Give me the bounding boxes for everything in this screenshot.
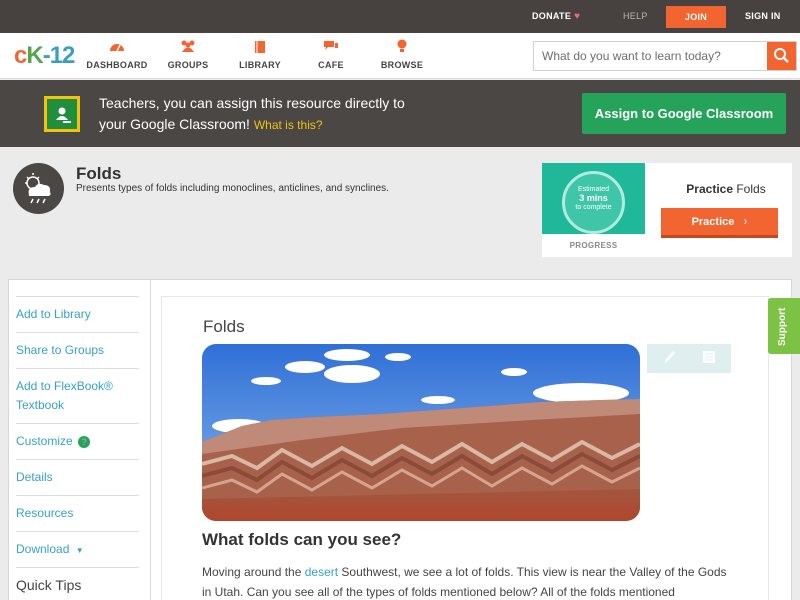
search-icon	[774, 48, 789, 63]
sidebar-customize[interactable]: Customize ?	[16, 423, 139, 451]
practice-title-rest: Folds	[736, 182, 766, 196]
content-heading: What folds can you see?	[202, 530, 402, 549]
nav-library[interactable]: LIBRARY	[225, 39, 295, 70]
nav-dashboard[interactable]: DASHBOARD	[82, 39, 152, 70]
sidebar-resources[interactable]: Resources	[16, 495, 139, 523]
sidebar-add-to-library[interactable]: Add to Library	[16, 296, 139, 324]
nav-browse[interactable]: BROWSE	[367, 39, 437, 70]
donate-label: DONATE	[532, 11, 572, 21]
question-icon[interactable]: ?	[78, 436, 91, 448]
progress-box: Estimated 3 mins to complete	[542, 163, 645, 234]
progress-label: PROGRESS	[569, 241, 618, 250]
assign-google-classroom-button[interactable]: Assign to Google Classroom	[582, 93, 786, 134]
what-is-this-link[interactable]: What is this?	[254, 118, 323, 132]
banner-text: Teachers, you can assign this resource d…	[99, 93, 405, 136]
content-paragraph: Moving around the desert Southwest, we s…	[202, 562, 727, 600]
chevron-right-icon: ›	[743, 214, 748, 228]
top-bar: DONATE ♥ HELP JOIN SIGN IN	[0, 0, 800, 33]
weather-cloud-icon	[13, 163, 64, 214]
practice-title: Practice Folds	[660, 182, 792, 196]
nav-groups-label: GROUPS	[167, 60, 209, 70]
search-input[interactable]	[534, 42, 768, 70]
concept-description: Presents types of folds including monocl…	[76, 183, 389, 194]
donate-link[interactable]: DONATE ♥	[532, 0, 580, 33]
ck12-logo[interactable]: cK-12	[14, 42, 76, 70]
groups-icon	[153, 39, 223, 57]
nav-dashboard-label: DASHBOARD	[86, 60, 148, 70]
sidebar-details[interactable]: Details	[16, 459, 139, 487]
nav-cafe[interactable]: CAFE	[296, 39, 366, 70]
sidebar: Add to Library Share to Groups Add to Fl…	[9, 280, 151, 600]
logo-12: -12	[42, 42, 76, 69]
support-label: Support	[777, 307, 788, 346]
search-button[interactable]	[767, 42, 796, 70]
sign-in-link[interactable]: SIGN IN	[745, 0, 781, 33]
content-title: Folds	[203, 317, 245, 336]
notes-icon[interactable]	[699, 349, 719, 367]
sidebar-share-to-groups[interactable]: Share to Groups	[16, 332, 139, 360]
pencil-icon[interactable]	[659, 349, 679, 367]
heart-icon: ♥	[574, 11, 581, 22]
logo-c: c	[14, 42, 27, 69]
banner-line-2: your Google Classroom!	[99, 116, 250, 132]
teacher-banner: Teachers, you can assign this resource d…	[0, 80, 800, 147]
download-label: Download	[16, 542, 70, 556]
support-tab[interactable]: Support	[768, 298, 800, 354]
to-complete-label: to complete	[575, 204, 612, 211]
banner-line-1: Teachers, you can assign this resource d…	[99, 95, 405, 111]
practice-title-bold: Practice	[686, 182, 733, 196]
content-tools	[647, 344, 731, 373]
concept-title: Folds	[76, 164, 122, 183]
flexbook-line-1: Add to FlexBook®	[16, 379, 113, 393]
folds-hero-image	[202, 344, 640, 521]
practice-button[interactable]: Practice ›	[661, 208, 778, 238]
browse-icon	[367, 39, 437, 57]
main-nav: cK-12 DASHBOARD GROUPS LIBRARY CAFE BROW…	[0, 33, 800, 79]
nav-cafe-label: CAFE	[318, 60, 344, 70]
caret-down-icon: ▼	[75, 546, 84, 555]
estimated-time-circle: Estimated 3 mins to complete	[562, 171, 625, 234]
nav-groups[interactable]: GROUPS	[153, 39, 223, 70]
help-link[interactable]: HELP	[623, 0, 648, 33]
flexbook-line-2: Textbook	[16, 398, 65, 412]
paragraph-start: Moving around the	[202, 565, 305, 579]
practice-card: Estimated 3 mins to complete PROGRESS Pr…	[542, 163, 792, 257]
cafe-icon	[296, 39, 366, 57]
sidebar-quick-tips[interactable]: Quick Tips	[16, 567, 139, 595]
main-panel: Add to Library Share to Groups Add to Fl…	[8, 279, 792, 600]
customize-label: Customize	[16, 434, 73, 448]
library-icon	[225, 39, 295, 57]
google-classroom-icon	[44, 96, 80, 132]
join-button[interactable]: JOIN	[666, 6, 726, 28]
practice-button-label: Practice	[691, 216, 735, 228]
desert-link[interactable]: desert	[305, 565, 338, 579]
content-area: Folds What folds can you see? Moving aro…	[161, 296, 769, 600]
nav-library-label: LIBRARY	[239, 60, 281, 70]
estimated-mins: 3 mins	[579, 193, 608, 203]
search-box	[533, 41, 797, 71]
dashboard-icon	[82, 39, 152, 57]
logo-k: K	[26, 42, 43, 69]
sidebar-add-to-flexbook[interactable]: Add to FlexBook® Textbook	[16, 368, 139, 415]
nav-browse-label: BROWSE	[380, 60, 424, 70]
sidebar-download[interactable]: Download ▼	[16, 531, 139, 560]
